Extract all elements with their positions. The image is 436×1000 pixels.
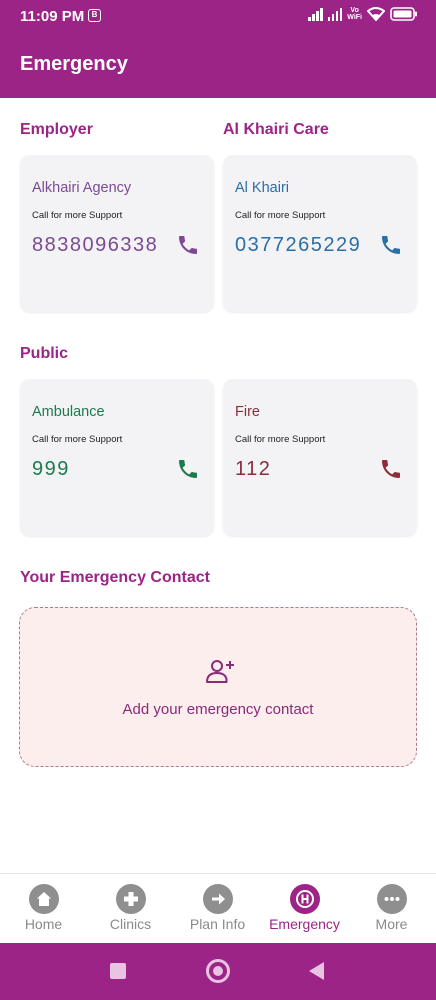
hospital-icon: [289, 884, 320, 914]
nav-item-more[interactable]: More: [348, 884, 435, 932]
add-emergency-contact-button[interactable]: Add your emergency contact: [19, 607, 417, 767]
add-person-icon: [206, 660, 234, 683]
nav-label: Home: [24, 916, 63, 932]
contact-subtitle: Call for more Support: [32, 434, 123, 445]
contact-number[interactable]: 112: [235, 458, 271, 481]
phone-icon[interactable]: [176, 233, 200, 257]
section-title-public: Public: [20, 345, 69, 362]
contact-subtitle: Call for more Support: [235, 434, 326, 445]
contact-number[interactable]: 0377265229: [235, 234, 361, 257]
contact-card-ambulance[interactable]: Ambulance Call for more Support 999: [20, 379, 214, 536]
status-icons: Vo WiFi: [308, 7, 418, 21]
status-bar: 11:09 PM B Vo WiFi: [0, 0, 436, 34]
wifi-icon: [367, 7, 385, 21]
status-time: 11:09 PM: [20, 8, 85, 25]
contact-card-employer[interactable]: Alkhairi Agency Call for more Support 88…: [20, 155, 214, 312]
contact-name: Fire: [235, 404, 260, 420]
signal-icon: [308, 7, 323, 21]
phone-icon[interactable]: [379, 457, 403, 481]
contact-subtitle: Call for more Support: [235, 210, 326, 221]
nav-item-plan-info[interactable]: Plan Info: [174, 884, 261, 932]
nav-item-emergency[interactable]: Emergency: [261, 884, 348, 932]
bottom-nav: Home Clinics Plan Info Emergency More: [0, 873, 436, 943]
phone-icon[interactable]: [176, 457, 200, 481]
nav-item-clinics[interactable]: Clinics: [87, 884, 174, 932]
contact-number[interactable]: 999: [32, 458, 70, 481]
back-icon[interactable]: [309, 962, 324, 980]
plus-icon: [115, 884, 146, 914]
contact-subtitle: Call for more Support: [32, 210, 123, 221]
nav-label: Plan Info: [189, 916, 246, 932]
contact-name: Ambulance: [32, 404, 105, 420]
nav-label: Clinics: [109, 916, 152, 932]
nav-label: More: [375, 916, 408, 932]
notification-b-icon: B: [88, 9, 101, 22]
section-title-care: Al Khairi Care: [223, 121, 329, 138]
signal-icon-2: [327, 7, 343, 21]
add-contact-label: Add your emergency contact: [122, 701, 314, 718]
contact-card-care[interactable]: Al Khairi Call for more Support 03772652…: [223, 155, 417, 312]
more-icon: [376, 884, 407, 914]
home-circle-icon[interactable]: [206, 959, 230, 983]
contact-card-fire[interactable]: Fire Call for more Support 112: [223, 379, 417, 536]
contact-number[interactable]: 8838096338: [32, 234, 158, 257]
page-title: Emergency: [20, 53, 128, 75]
vowifi-icon: Vo WiFi: [347, 7, 362, 21]
battery-icon: [390, 7, 417, 21]
system-nav-bar: [0, 943, 436, 1000]
arrow-right-icon: [202, 884, 233, 914]
recents-icon[interactable]: [110, 963, 126, 979]
nav-item-home[interactable]: Home: [0, 884, 87, 932]
app-header: 11:09 PM B Vo WiFi Emergency: [0, 0, 436, 98]
section-title-own: Your Emergency Contact: [20, 569, 210, 586]
phone-icon[interactable]: [379, 233, 403, 257]
section-title-employer: Employer: [20, 121, 93, 138]
contact-name: Al Khairi: [235, 180, 289, 196]
home-icon: [28, 884, 59, 914]
nav-label: Emergency: [269, 916, 340, 932]
contact-name: Alkhairi Agency: [32, 180, 132, 196]
